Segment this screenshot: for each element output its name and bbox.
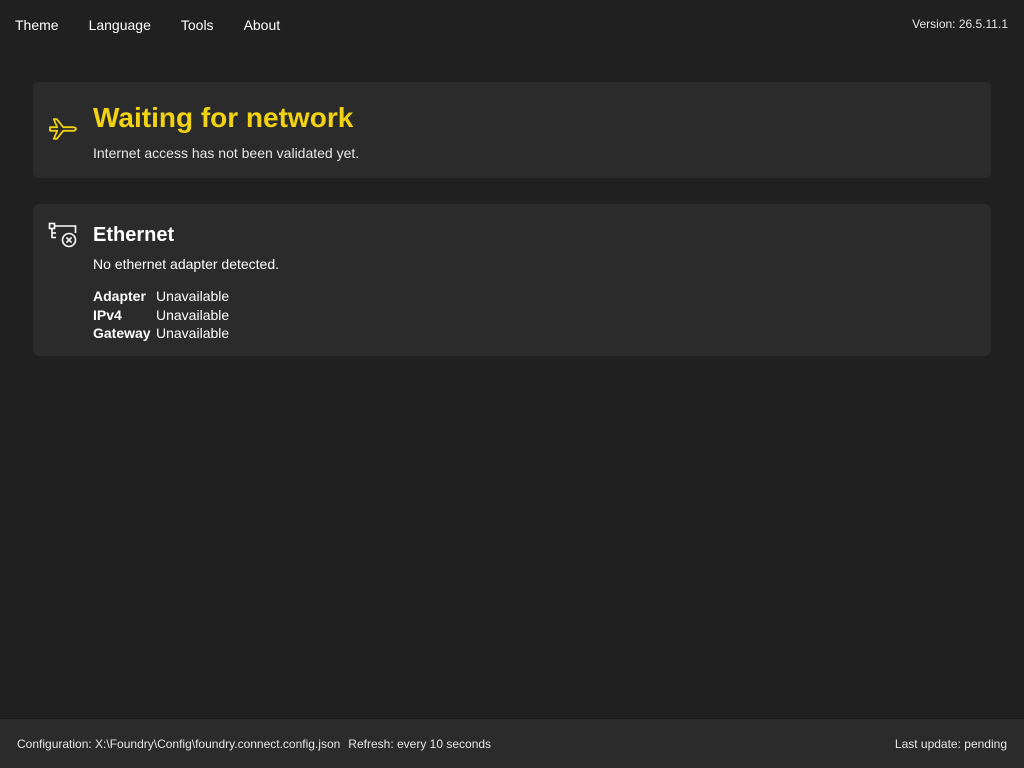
ethernet-card: Ethernet No ethernet adapter detected. A… bbox=[33, 204, 991, 356]
airplane-icon bbox=[47, 113, 79, 145]
detail-key: IPv4 bbox=[93, 306, 122, 323]
detail-key: Adapter bbox=[93, 288, 146, 305]
detail-row-gateway: Gateway Unavailable bbox=[93, 324, 229, 343]
network-disconnected-icon bbox=[47, 221, 79, 253]
status-title: Waiting for network bbox=[93, 102, 354, 133]
menu-theme[interactable]: Theme bbox=[0, 0, 74, 50]
status-footer: Configuration: X:\Foundry\Config\foundry… bbox=[0, 718, 1024, 768]
main-menu: Theme Language Tools About bbox=[0, 0, 295, 50]
detail-key: Gateway bbox=[93, 325, 151, 342]
ethernet-title: Ethernet bbox=[93, 224, 175, 246]
menu-language[interactable]: Language bbox=[74, 0, 166, 50]
detail-value: Unavailable bbox=[156, 325, 230, 342]
menu-bar: Theme Language Tools About Version: 26.5… bbox=[0, 0, 1024, 50]
menu-about[interactable]: About bbox=[229, 0, 296, 50]
version-label: Version: 26.5.11.1 bbox=[912, 17, 1008, 31]
refresh-interval: Refresh: every 10 seconds bbox=[348, 737, 492, 751]
menu-tools[interactable]: Tools bbox=[166, 0, 229, 50]
detail-value: Unavailable bbox=[156, 306, 230, 323]
detail-row-adapter: Adapter Unavailable bbox=[93, 287, 229, 306]
network-status-card: Waiting for network Internet access has … bbox=[33, 82, 991, 178]
app-window: Theme Language Tools About Version: 26.5… bbox=[0, 0, 1024, 768]
status-subtitle: Internet access has not been validated y… bbox=[93, 145, 360, 161]
footer-info: Configuration: X:\Foundry\Config\foundry… bbox=[17, 737, 491, 751]
configuration-path: Configuration: X:\Foundry\Config\foundry… bbox=[17, 737, 341, 751]
ethernet-details: Adapter Unavailable IPv4 Unavailable Gat… bbox=[93, 287, 229, 343]
last-update: Last update: pending bbox=[894, 737, 1007, 751]
ethernet-subtitle: No ethernet adapter detected. bbox=[93, 256, 280, 272]
detail-row-ipv4: IPv4 Unavailable bbox=[93, 306, 229, 325]
detail-value: Unavailable bbox=[156, 288, 230, 305]
